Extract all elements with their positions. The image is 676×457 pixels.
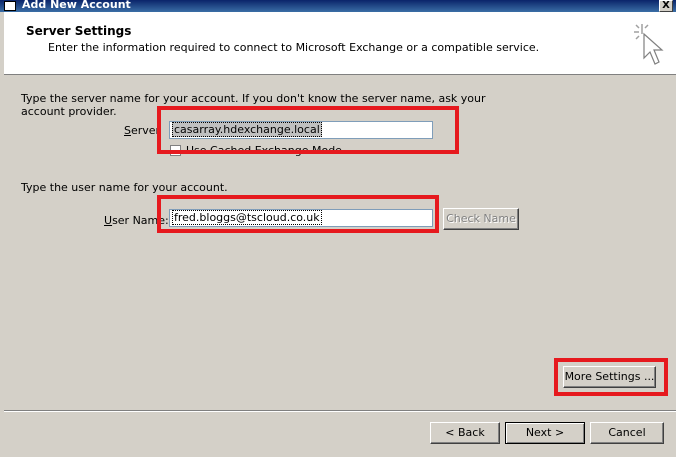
next-button[interactable]: Next > [505, 422, 585, 444]
close-button[interactable]: X [659, 0, 673, 12]
more-settings-highlight-box [554, 358, 668, 396]
header-title: Server Settings [26, 24, 132, 38]
server-instructions-line1: Type the server name for your account. I… [21, 92, 486, 105]
header-band: Server Settings Enter the information re… [4, 12, 676, 75]
server-highlight-box [157, 106, 459, 154]
server-label: Server [124, 124, 161, 137]
user-instructions: Type the user name for your account. [21, 181, 228, 194]
header-description: Enter the information required to connec… [48, 41, 540, 54]
user-highlight-box [157, 195, 439, 233]
server-instructions-line2: account provider. [21, 105, 117, 118]
window-icon [4, 1, 16, 11]
cancel-button[interactable]: Cancel [590, 422, 664, 444]
title-bar: Add New Account X [0, 0, 676, 12]
back-button[interactable]: < Back [430, 422, 500, 444]
cursor-sparkle-icon [634, 24, 664, 65]
window-title: Add New Account [22, 0, 131, 11]
footer-divider [4, 410, 676, 412]
check-name-button[interactable]: Check Name [443, 208, 519, 230]
